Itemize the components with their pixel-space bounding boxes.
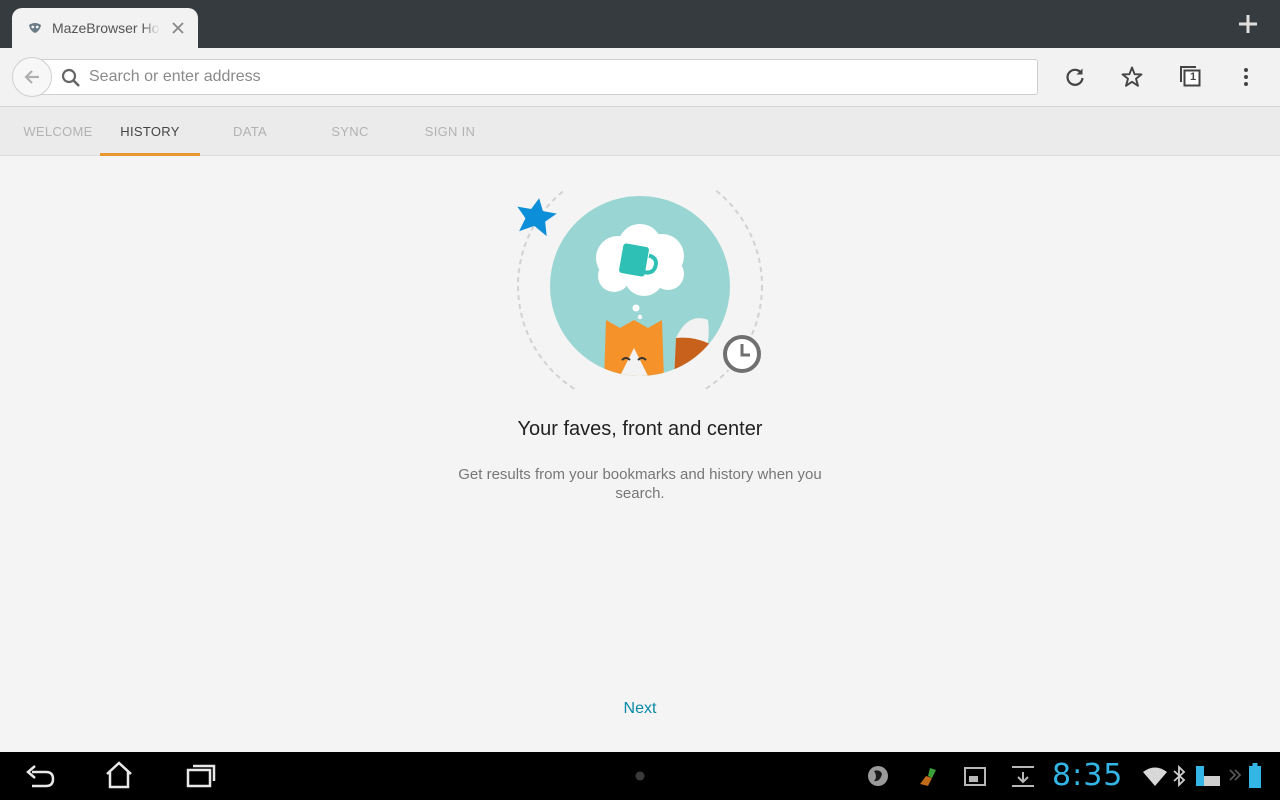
tab-strip: MazeBrowser Home <box>0 0 1280 48</box>
tab-data[interactable]: DATA <box>200 107 300 155</box>
search-input[interactable] <box>89 60 989 94</box>
star-icon <box>517 198 557 237</box>
overflow-menu-icon[interactable] <box>1234 65 1258 89</box>
mask-icon <box>29 23 41 33</box>
page-title: Your faves, front and center <box>517 418 763 440</box>
system-bar: 8:35 <box>0 752 1280 800</box>
tab-sign-in[interactable]: SIGN IN <box>400 107 500 155</box>
search-icon <box>61 68 80 87</box>
clock-time[interactable]: 8:35 <box>1052 758 1123 793</box>
clock-icon <box>721 333 763 375</box>
reload-icon[interactable] <box>1063 65 1087 89</box>
battery-icon <box>1249 763 1261 788</box>
description-text: Get results from your bookmarks and hist… <box>458 466 822 502</box>
tab-title: MazeBrowser Home <box>52 20 160 36</box>
tabs-counter-button[interactable]: 1 <box>1178 63 1204 89</box>
cleaner-icon[interactable] <box>916 764 940 788</box>
download-tray-icon[interactable] <box>1010 764 1036 788</box>
browser-toolbar: 1 <box>0 48 1280 107</box>
back-nav-icon[interactable] <box>24 762 56 790</box>
wifi-icon <box>1143 767 1167 786</box>
close-tab-icon[interactable] <box>168 18 188 38</box>
chevron-right-icon <box>1229 769 1242 781</box>
menu-dot-icon[interactable] <box>634 770 646 782</box>
bluetooth-icon <box>1173 764 1186 788</box>
bookmark-star-icon[interactable] <box>1120 65 1144 89</box>
onboarding-tabs: WELCOME HISTORY DATA SYNC SIGN IN <box>0 107 1280 156</box>
home-nav-icon[interactable] <box>104 760 134 790</box>
keyboard-battery-icon <box>1196 766 1220 786</box>
next-button[interactable]: Next <box>590 700 690 724</box>
browser-tab[interactable]: MazeBrowser Home <box>12 8 198 48</box>
back-arrow-icon <box>24 70 39 84</box>
tab-history[interactable]: HISTORY <box>100 107 200 156</box>
tab-count: 1 <box>1189 71 1197 83</box>
recent-apps-icon[interactable] <box>185 762 217 790</box>
screenshot-icon[interactable] <box>963 766 987 788</box>
browser-notification-icon[interactable] <box>866 764 890 788</box>
tab-welcome[interactable]: WELCOME <box>8 107 108 155</box>
new-tab-plus-icon[interactable] <box>1236 12 1260 36</box>
back-button[interactable] <box>12 57 52 97</box>
history-illustration <box>517 190 763 390</box>
tab-sync[interactable]: SYNC <box>300 107 400 155</box>
url-bar[interactable] <box>36 59 1038 95</box>
